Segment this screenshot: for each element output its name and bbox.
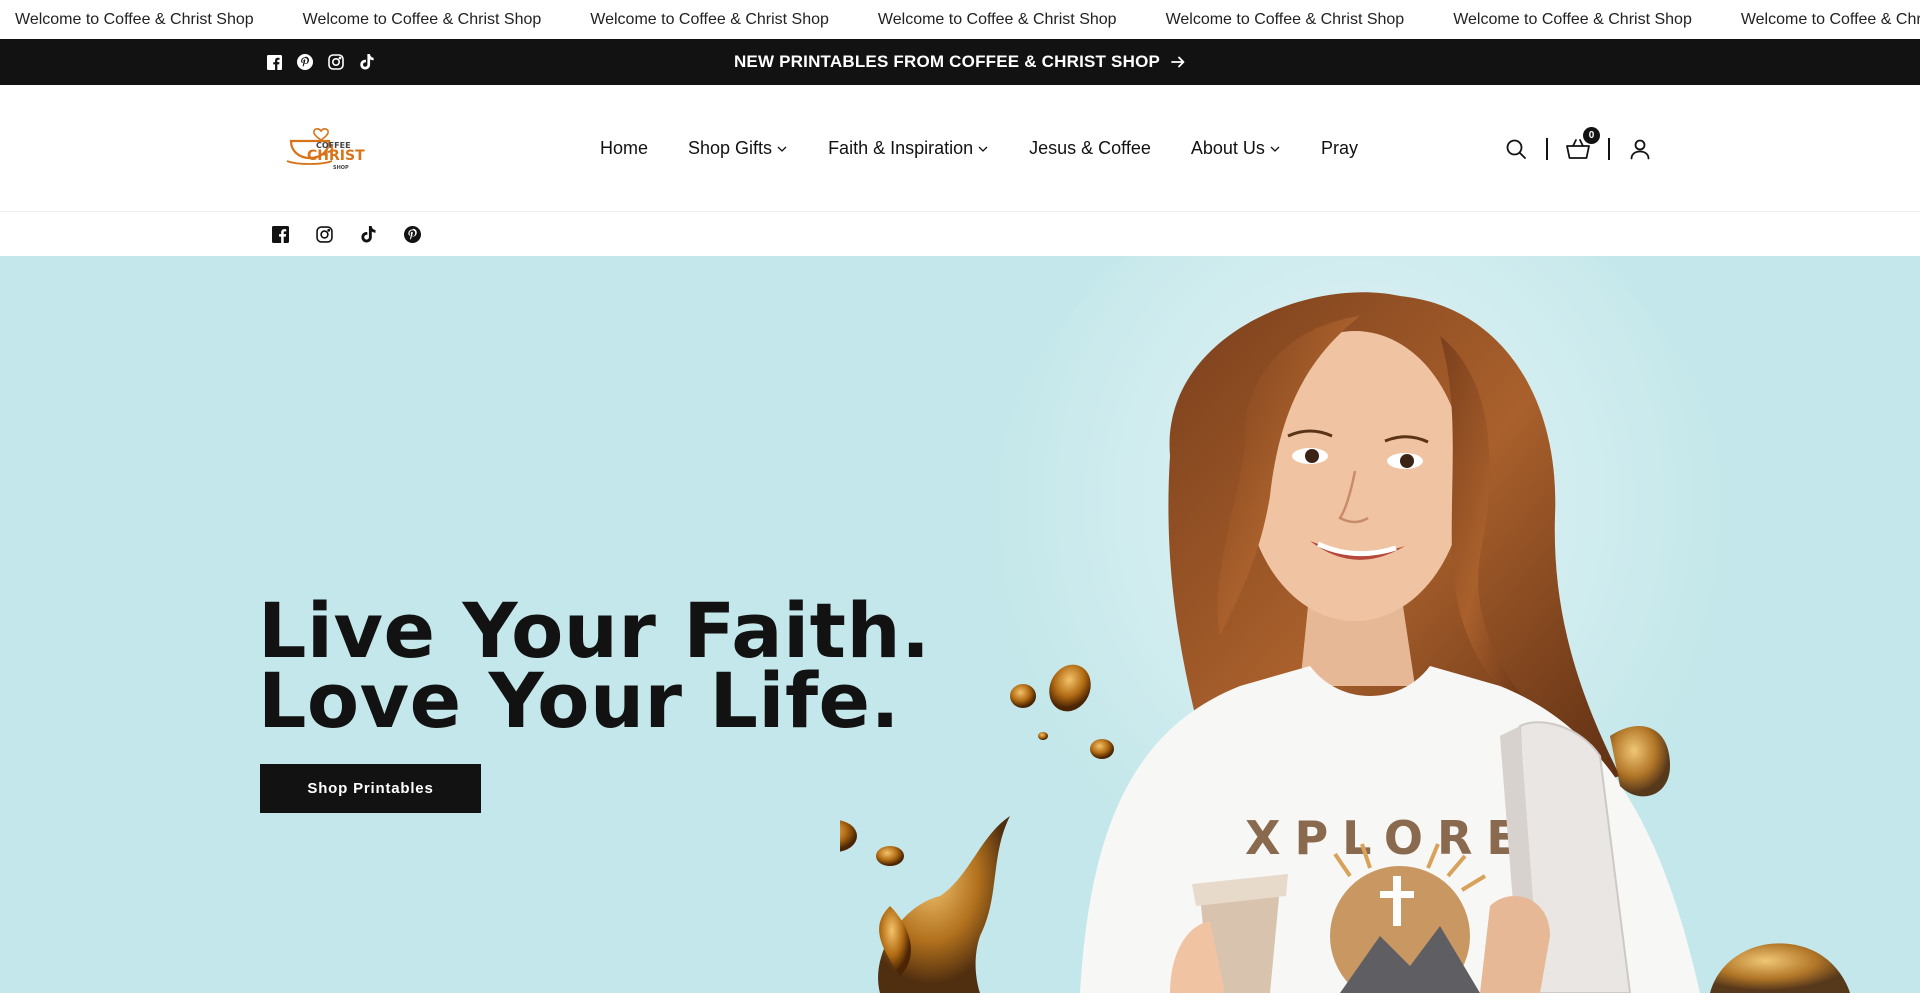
account-button[interactable] [1624, 133, 1656, 165]
announcement-link[interactable]: NEW PRINTABLES FROM COFFEE & CHRIST SHOP [0, 39, 1920, 85]
facebook-icon[interactable] [270, 224, 290, 244]
social-links-row [0, 212, 1920, 256]
hero-title: Live Your Faith. Love Your Life. [258, 593, 930, 745]
announcement-bar: NEW PRINTABLES FROM COFFEE & CHRIST SHOP [0, 39, 1920, 85]
announcement-text[interactable]: NEW PRINTABLES FROM COFFEE & CHRIST SHOP [734, 52, 1160, 72]
logo-text-shop: SHOP [333, 165, 349, 171]
shop-printables-button[interactable]: Shop Printables [260, 764, 481, 813]
nav-faith-inspiration[interactable]: Faith & Inspiration [808, 138, 1009, 159]
nav-pray[interactable]: Pray [1301, 138, 1378, 159]
shirt-print-text: XPLORE [1245, 811, 1532, 865]
nav-about-us-label: About Us [1190, 138, 1265, 158]
marquee-welcome-text: Welcome to Coffee & Christ Shop [1740, 10, 1920, 28]
hero-woman-with-coffee-image: XPLORE [840, 256, 1850, 993]
divider [1546, 137, 1548, 160]
tiktok-icon[interactable] [358, 224, 378, 244]
nav-pray-label: Pray [1320, 138, 1358, 158]
user-icon [1630, 139, 1650, 159]
cart-button[interactable]: 0 [1562, 126, 1600, 165]
marquee-welcome-text: Welcome to Coffee & Christ Shop [15, 10, 254, 28]
nav-shop-gifts[interactable]: Shop Gifts [668, 138, 808, 159]
arrow-right-icon [1171, 56, 1185, 68]
nav-shop-gifts-label: Shop Gifts [688, 138, 773, 158]
main-nav: Home Shop Gifts Faith & Inspiration Jesu… [580, 85, 1378, 212]
site-header: COFFEE CHRIST SHOP Home Shop Gifts Faith… [0, 85, 1920, 212]
search-button[interactable] [1500, 133, 1532, 165]
nav-faith-inspiration-label: Faith & Inspiration [828, 138, 974, 158]
nav-about-us[interactable]: About Us [1171, 138, 1301, 159]
chevron-down-icon [1270, 146, 1280, 152]
logo-text-christ: CHRIST [307, 148, 365, 164]
chevron-down-icon [978, 146, 988, 152]
divider [1608, 137, 1610, 160]
marquee-welcome-text: Welcome to Coffee & Christ Shop [1165, 10, 1405, 28]
nav-jesus-coffee[interactable]: Jesus & Coffee [1009, 138, 1171, 159]
nav-home-label: Home [600, 138, 649, 158]
hero-banner: Live Your Faith. Love Your Life. Shop Pr… [0, 256, 1920, 993]
nav-home[interactable]: Home [580, 138, 668, 159]
hero-title-line-2: Love Your Life. [258, 656, 900, 745]
pinterest-icon[interactable] [402, 224, 422, 244]
search-icon [1506, 139, 1526, 159]
marquee-welcome-text: Welcome to Coffee & Christ Shop [590, 10, 829, 28]
marquee-welcome-text: Welcome to Coffee & Christ Shop [877, 10, 1117, 28]
marquee-welcome-text: Welcome to Coffee & Christ Shop [1453, 10, 1692, 28]
site-logo[interactable]: COFFEE CHRIST SHOP [285, 117, 375, 175]
nav-jesus-coffee-label: Jesus & Coffee [1029, 138, 1151, 158]
chevron-down-icon [777, 146, 787, 152]
marquee-track: Welcome to Coffee & Christ Shop Welcome t… [0, 0, 1920, 39]
welcome-marquee: Welcome to Coffee & Christ Shop Welcome t… [0, 0, 1920, 39]
cart-count-badge: 0 [1583, 126, 1600, 144]
header-actions: 0 [1500, 85, 1656, 212]
marquee-welcome-text: Welcome to Coffee & Christ Shop [302, 10, 542, 28]
instagram-icon[interactable] [314, 224, 334, 244]
